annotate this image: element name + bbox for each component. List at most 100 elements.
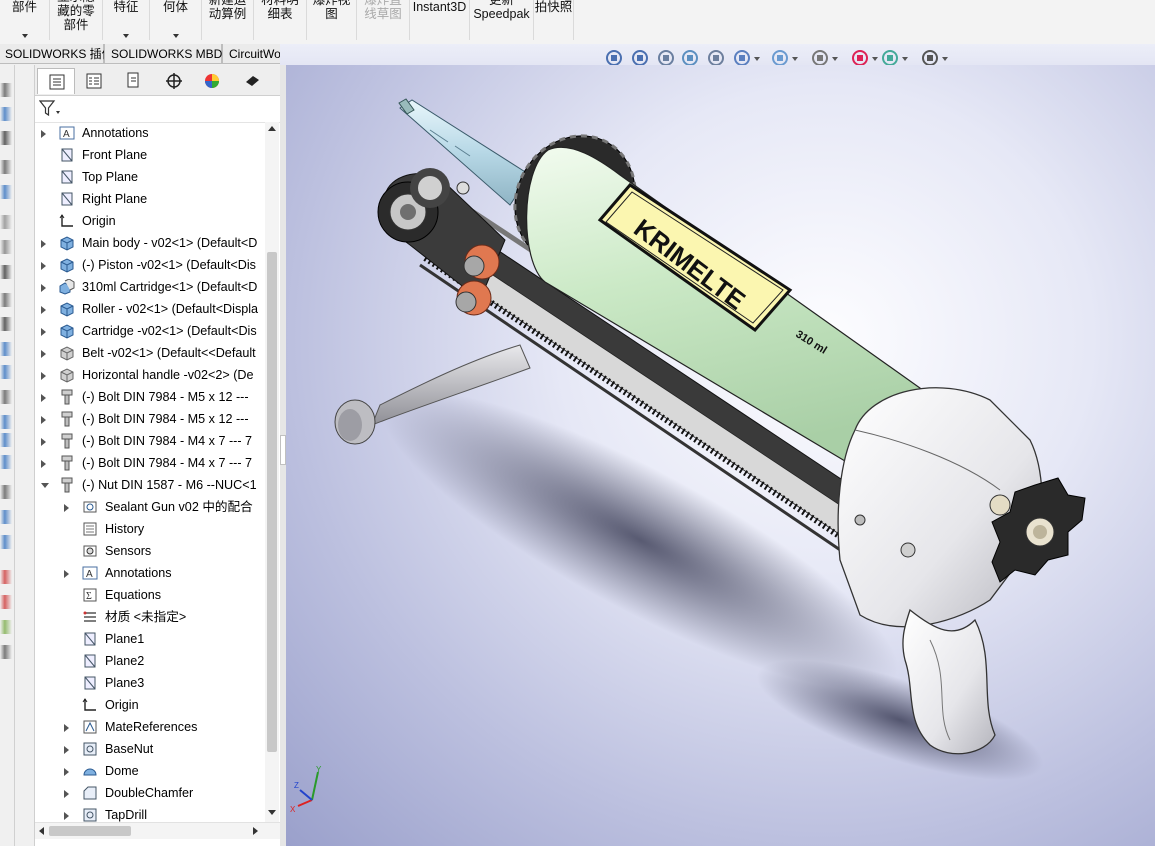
tool-icon[interactable] [0,215,12,229]
tool-icon[interactable] [0,535,12,549]
configuration-manager-icon[interactable] [115,68,153,94]
expand-arrow-icon[interactable] [41,394,46,402]
dropdown-arrow-icon[interactable] [754,57,760,61]
ribbon-button-7[interactable]: 爆炸直 线草图 [357,0,410,40]
dropdown-arrow-icon[interactable] [172,34,179,38]
expand-arrow-icon[interactable] [41,460,46,468]
dropdown-arrow-icon[interactable] [902,57,908,61]
tool-icon[interactable] [0,433,12,447]
ribbon-button-3[interactable]: 何体 [150,0,202,40]
tool-icon[interactable] [0,342,12,356]
expand-arrow-icon[interactable] [41,350,46,358]
ribbon-button-10[interactable]: 拍快照 [534,0,574,40]
tool-icon[interactable] [0,185,12,199]
tree-item[interactable]: Origin [35,694,265,716]
tree-item[interactable]: (-) Bolt DIN 7984 - M5 x 12 --- [35,386,265,408]
expand-arrow-icon[interactable] [64,790,69,798]
expand-arrow-icon[interactable] [41,306,46,314]
feature-manager-icon[interactable] [37,68,75,94]
tree-item[interactable]: History [35,518,265,540]
scroll-thumb[interactable] [267,252,277,752]
dropdown-arrow-icon[interactable] [792,57,798,61]
horizontal-scrollbar[interactable] [35,822,281,839]
tree-item[interactable]: Plane3 [35,672,265,694]
expand-arrow-icon[interactable] [41,130,46,138]
expand-arrow-icon[interactable] [64,812,69,820]
tree-item[interactable]: Front Plane [35,144,265,166]
tool-icon[interactable] [0,160,12,174]
scroll-thumb-horizontal[interactable] [49,826,131,836]
dropdown-arrow-icon[interactable] [21,34,28,38]
tool-icon[interactable] [0,390,12,404]
dropdown-arrow-icon[interactable] [942,57,948,61]
tree-item[interactable]: Sensors [35,540,265,562]
tool-icon[interactable] [0,620,12,634]
tool-icon[interactable] [0,510,12,524]
ribbon-button-9[interactable]: 更新 Speedpak [470,0,534,40]
expand-arrow-icon[interactable] [64,570,69,578]
vertical-scrollbar[interactable] [265,122,279,822]
tree-item[interactable]: A Annotations [35,562,265,584]
tree-item[interactable]: A Annotations [35,122,265,144]
ribbon-button-1[interactable]: 显示隐 藏的零 部件 [50,0,103,40]
ribbon-button-4[interactable]: 新建运 动算例 [202,0,254,40]
expand-arrow-icon[interactable] [41,438,46,446]
tree-item[interactable]: 材质 <未指定> [35,606,265,628]
tool-icon[interactable] [0,645,12,659]
expand-arrow-icon[interactable] [41,240,46,248]
expand-arrow-icon[interactable] [64,724,69,732]
collapse-arrow-icon[interactable] [41,483,49,488]
tool-icon[interactable] [0,265,12,279]
ribbon-button-2[interactable]: 特征 [103,0,150,40]
tree-item[interactable]: MateReferences [35,716,265,738]
tool-icon[interactable] [0,293,12,307]
ribbon-button-0[interactable]: 部件 [0,0,50,40]
scroll-up-arrow[interactable] [268,126,276,131]
dimxpert-icon[interactable] [155,68,193,94]
cam-icon[interactable] [233,68,271,94]
sealant-gun-model[interactable]: KRIMELTE 310 ml Y X Z [286,65,1155,846]
tree-item[interactable]: Top Plane [35,166,265,188]
command-tab-0[interactable]: SOLIDWORKS 插件 [0,44,114,64]
tree-item[interactable]: BaseNut [35,738,265,760]
tree-item[interactable]: (-) Bolt DIN 7984 - M4 x 7 --- 7 [35,452,265,474]
expand-arrow-icon[interactable] [41,416,46,424]
tree-item[interactable]: Origin [35,210,265,232]
tree-item[interactable]: Roller - v02<1> (Default<Displa [35,298,265,320]
scroll-down-arrow[interactable] [268,810,276,815]
tool-icon[interactable] [0,107,12,121]
filter-icon[interactable] [39,100,61,118]
tree-item[interactable]: Belt -v02<1> (Default<<Default [35,342,265,364]
tool-icon[interactable] [0,415,12,429]
expand-arrow-icon[interactable] [41,284,46,292]
property-manager-icon[interactable] [75,68,113,94]
ribbon-button-6[interactable]: 爆炸视 图 [307,0,357,40]
scroll-left-arrow[interactable] [39,827,44,835]
tree-item[interactable]: Σ Equations [35,584,265,606]
scroll-right-arrow[interactable] [253,827,258,835]
tree-item[interactable]: Sealant Gun v02 中的配合 [35,496,265,518]
ribbon-button-5[interactable]: 材料明 细表 [254,0,307,40]
tool-icon[interactable] [0,570,12,584]
display-manager-icon[interactable] [193,68,231,94]
tree-item[interactable]: Horizontal handle -v02<2> (De [35,364,265,386]
pulley-assembly[interactable] [377,168,506,316]
expand-arrow-icon[interactable] [64,504,69,512]
dropdown-arrow-icon[interactable] [872,57,878,61]
tree-item[interactable]: (-) Bolt DIN 7984 - M4 x 7 --- 7 [35,430,265,452]
ribbon-button-8[interactable]: Instant3D [410,0,470,40]
tree-item[interactable]: Right Plane [35,188,265,210]
tree-item[interactable]: (-) Bolt DIN 7984 - M5 x 12 --- [35,408,265,430]
tool-icon[interactable] [0,317,12,331]
expand-arrow-icon[interactable] [41,328,46,336]
tree-item[interactable]: Dome [35,760,265,782]
expand-arrow-icon[interactable] [41,262,46,270]
expand-arrow-icon[interactable] [64,746,69,754]
tree-item[interactable]: 310ml Cartridge<1> (Default<D [35,276,265,298]
dropdown-arrow-icon[interactable] [832,57,838,61]
graphics-viewport[interactable]: KRIMELTE 310 ml Y X Z [286,65,1155,846]
tree-item[interactable]: DoubleChamfer [35,782,265,804]
tree-item[interactable]: Cartridge -v02<1> (Default<Dis [35,320,265,342]
tree-item[interactable]: Main body - v02<1> (Default<D [35,232,265,254]
tool-icon[interactable] [0,485,12,499]
